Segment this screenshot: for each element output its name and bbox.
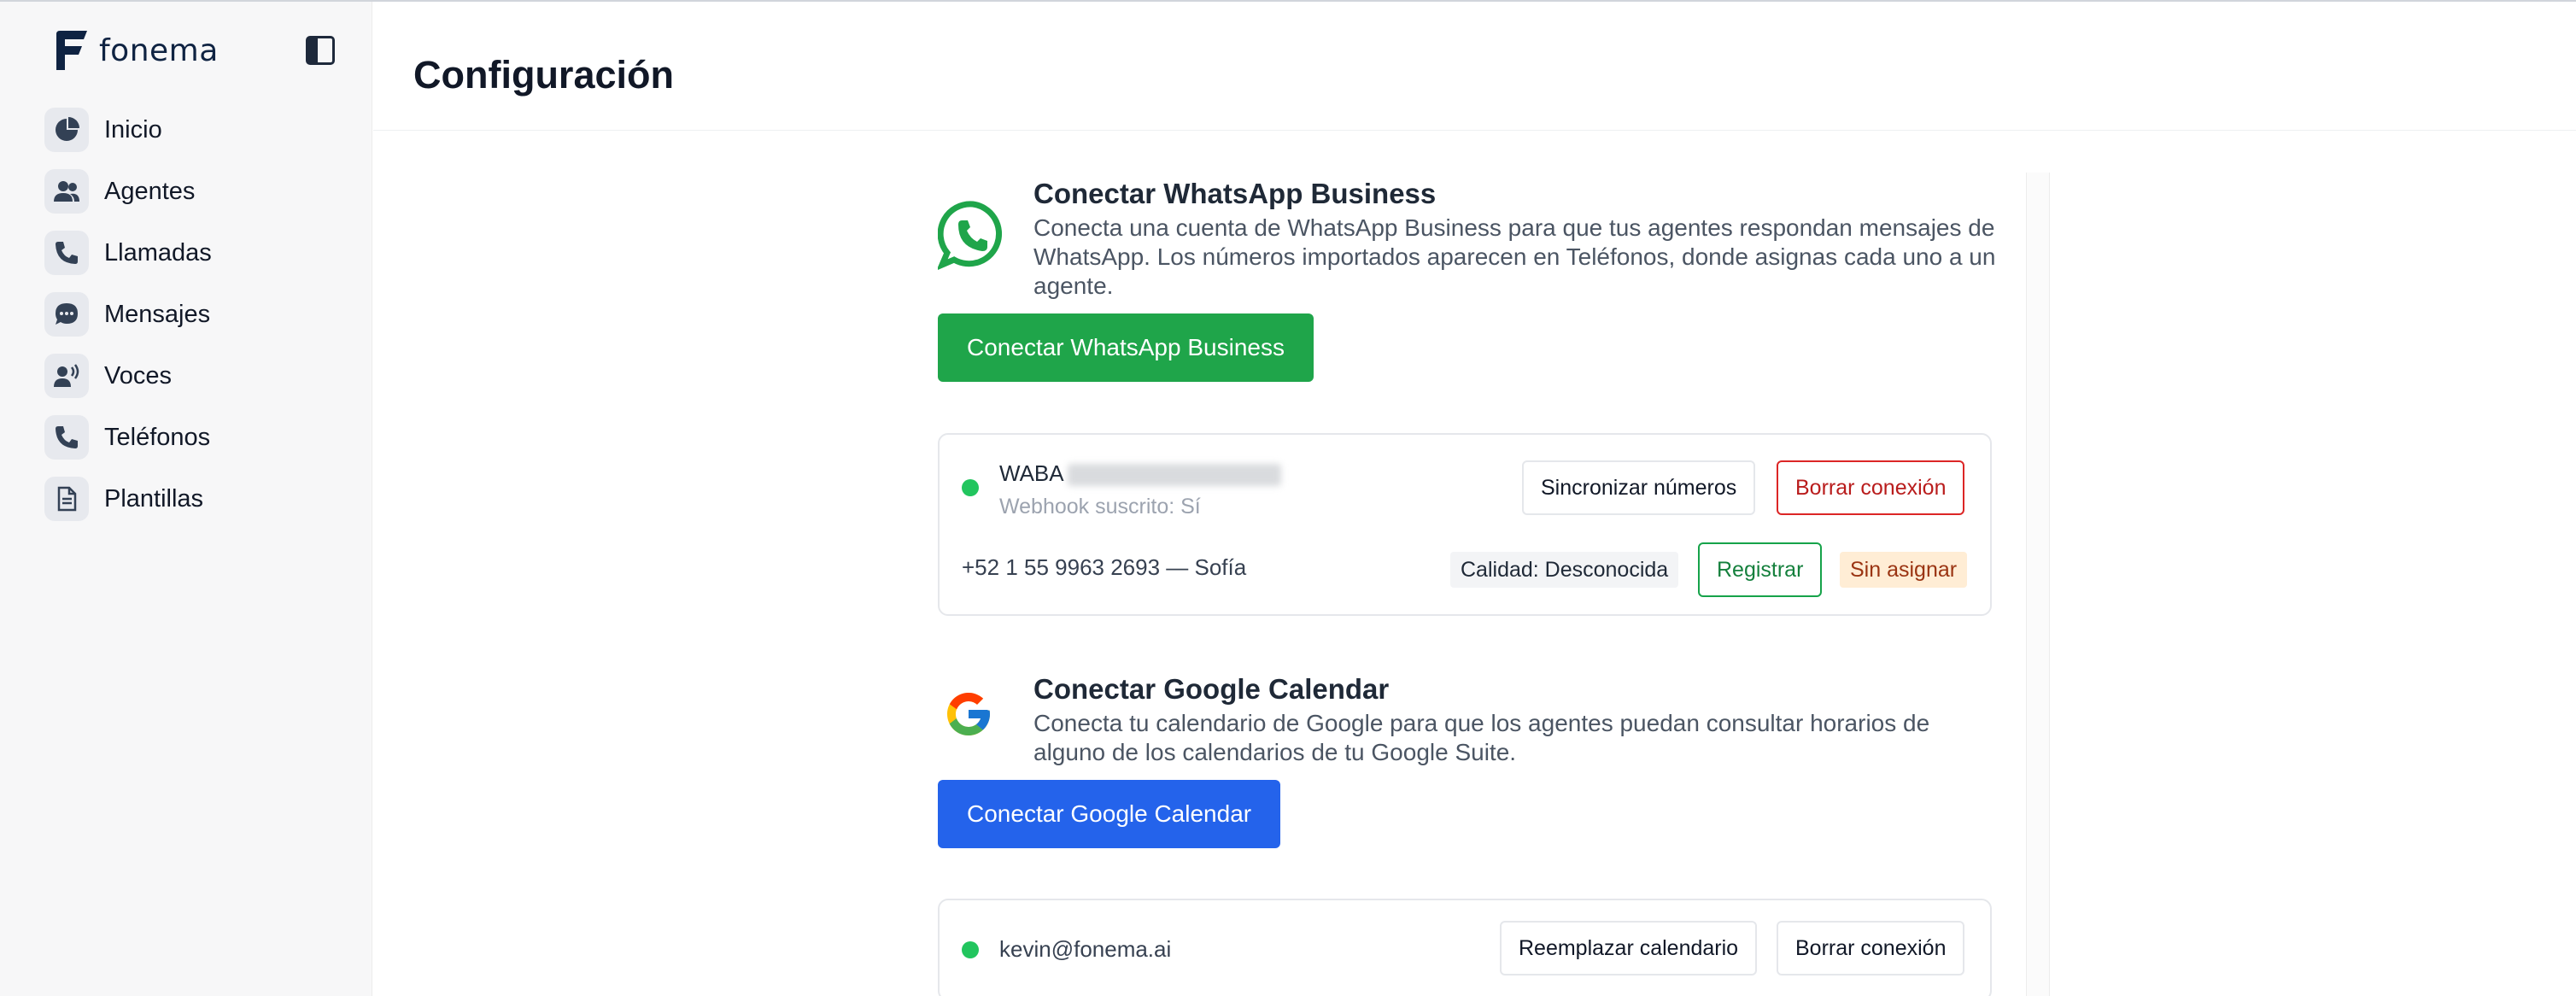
replace-calendar-button[interactable]: Reemplazar calendario (1500, 921, 1758, 975)
sync-numbers-button[interactable]: Sincronizar números (1522, 460, 1756, 515)
whatsapp-description: Conecta una cuenta de WhatsApp Business … (1033, 214, 1996, 299)
page-title: Configuración (413, 53, 674, 97)
document-icon (44, 477, 89, 521)
sidebar-toggle-icon[interactable] (306, 36, 335, 65)
quality-badge: Calidad: Desconocida (1450, 552, 1679, 588)
logo-text: fonema (99, 32, 219, 68)
pie-chart-icon (44, 108, 89, 152)
chat-bubble-icon (44, 292, 89, 337)
webhook-status: Webhook suscrito: Sí (999, 495, 1201, 519)
users-icon (44, 169, 89, 214)
connect-whatsapp-button[interactable]: Conectar WhatsApp Business (938, 313, 1314, 382)
sidebar-item-label: Teléfonos (104, 423, 211, 451)
google-icon (947, 693, 990, 735)
phone-number-line: +52 1 55 9963 2693 — Sofía (962, 554, 1247, 580)
google-calendar-title: Conectar Google Calendar (1033, 673, 1390, 705)
connect-google-calendar-button[interactable]: Conectar Google Calendar (938, 780, 1281, 848)
phone-icon (44, 415, 89, 460)
sidebar-item-agentes[interactable]: Agentes (44, 169, 352, 214)
calendar-email: kevin@fonema.ai (999, 936, 1172, 962)
sidebar-item-mensajes[interactable]: Mensajes (44, 292, 352, 337)
whatsapp-icon (938, 201, 1002, 270)
google-calendar-description: Conecta tu calendario de Google para que… (1033, 710, 1930, 765)
sidebar-item-label: Llamadas (104, 238, 212, 267)
waba-label: WABA (999, 460, 1064, 486)
waba-id: WABA (999, 460, 1281, 487)
sidebar-item-telefonos[interactable]: Teléfonos (44, 415, 352, 460)
sidebar-nav: Inicio Agentes Llamadas Mensajes Voces T… (44, 108, 352, 538)
connection-status-dot (962, 479, 979, 496)
sidebar-item-llamadas[interactable]: Llamadas (44, 231, 352, 275)
register-button[interactable]: Registrar (1698, 542, 1823, 597)
sidebar: fonema Inicio Agentes Llamadas Mensajes (0, 2, 372, 996)
delete-calendar-connection-button[interactable]: Borrar conexión (1777, 921, 1965, 975)
assignment-status-badge: Sin asignar (1840, 552, 1968, 588)
delete-whatsapp-connection-button[interactable]: Borrar conexión (1777, 460, 1965, 515)
sidebar-item-label: Agentes (104, 177, 196, 205)
sidebar-item-label: Plantillas (104, 484, 204, 513)
sidebar-item-label: Mensajes (104, 300, 211, 328)
connection-status-dot (962, 941, 979, 958)
sidebar-item-voces[interactable]: Voces (44, 354, 352, 398)
whatsapp-connection-card: WABA Webhook suscrito: Sí Sincronizar nú… (938, 433, 1992, 616)
app-logo[interactable]: fonema (53, 27, 219, 73)
sidebar-item-label: Voces (104, 361, 172, 390)
whatsapp-section: Conectar WhatsApp Business Conecta una c… (938, 173, 1995, 625)
header-divider (373, 130, 2576, 131)
speaking-person-icon (44, 354, 89, 398)
scroll-rail (2026, 173, 2050, 996)
fonema-logo-icon (56, 31, 87, 70)
calendar-connection-card: kevin@fonema.ai Reemplazar calendario Bo… (938, 899, 1992, 996)
whatsapp-title: Conectar WhatsApp Business (1033, 178, 1437, 209)
waba-id-redacted (1067, 464, 1281, 487)
google-calendar-section: Conectar Google Calendar Conecta tu cale… (938, 668, 1992, 996)
sidebar-item-inicio[interactable]: Inicio (44, 108, 352, 152)
phone-icon (44, 231, 89, 275)
sidebar-item-plantillas[interactable]: Plantillas (44, 477, 352, 521)
sidebar-item-label: Inicio (104, 115, 162, 144)
